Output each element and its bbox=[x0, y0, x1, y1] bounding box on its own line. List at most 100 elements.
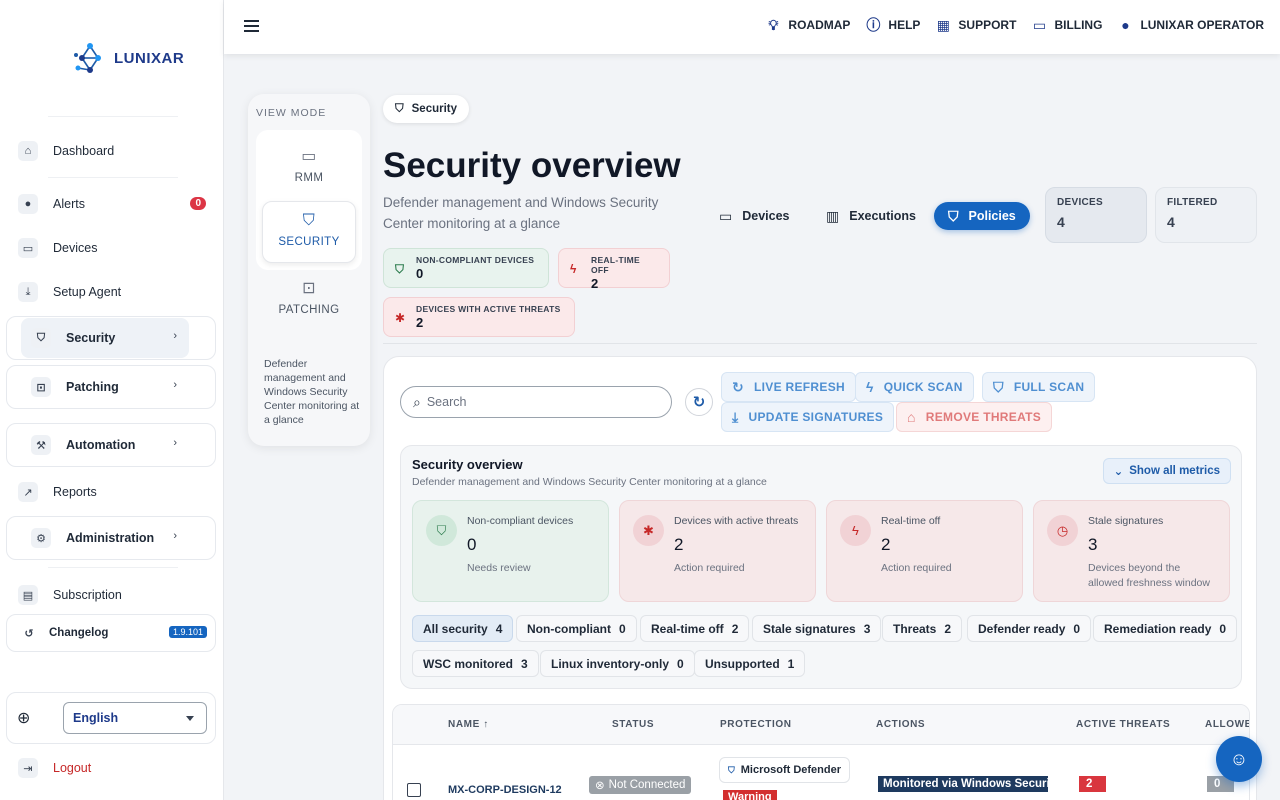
filter-threats[interactable]: Threats 2 bbox=[882, 615, 963, 642]
device-name[interactable]: MX-CORP-DESIGN-12 bbox=[448, 784, 562, 796]
filter-defender-ready[interactable]: Defender ready 0 bbox=[967, 615, 1092, 642]
sidebar-group-patching[interactable]: ⊡ Patching › bbox=[6, 365, 216, 409]
assistant-fab-button[interactable]: ☺ bbox=[1216, 736, 1262, 782]
live-refresh-button[interactable]: ↻ LIVE REFRESH bbox=[721, 372, 856, 402]
show-all-metrics-button[interactable]: ⌄ Show all metrics bbox=[1102, 458, 1231, 484]
remove-threats-button[interactable]: ⌂ REMOVE THREATS bbox=[896, 402, 1053, 432]
credit-card-icon: ▭ bbox=[1032, 16, 1047, 33]
filter-count: 2 bbox=[944, 621, 952, 636]
topbar: 💡︎ ROADMAP ⓘ HELP ▦ SUPPORT ▭ BILLING ● … bbox=[224, 0, 1280, 54]
overview-title: Security overview bbox=[412, 457, 523, 472]
filter-all-security[interactable]: All security 4 bbox=[412, 615, 514, 642]
filter-linux-inventory-only[interactable]: Linux inventory-only 0 bbox=[540, 650, 695, 677]
column-header-name[interactable]: NAME ↑ bbox=[448, 719, 489, 730]
chip-label: DEVICES WITH ACTIVE THREATS bbox=[416, 304, 561, 314]
sidebar-item-dashboard[interactable]: ⌂ Dashboard bbox=[8, 132, 216, 170]
alerts-count-badge: 0 bbox=[190, 197, 206, 210]
bug-icon: ✱ bbox=[633, 515, 664, 546]
metric-card-stale-signatures[interactable]: ◷ Stale signatures 3 Devices beyond the … bbox=[1033, 500, 1230, 602]
chip-non-compliant[interactable]: ⛉ NON-COMPLIANT DEVICES 0 bbox=[383, 248, 549, 288]
filter-non-compliant[interactable]: Non-compliant 0 bbox=[516, 615, 637, 642]
brand-logo[interactable]: LUNIXAR bbox=[70, 38, 184, 78]
chevron-right-icon: › bbox=[173, 379, 177, 391]
sidebar-group-security[interactable]: ⛉ Security › bbox=[6, 316, 216, 360]
chip-value: 2 bbox=[416, 315, 424, 330]
filter-count: 3 bbox=[521, 656, 528, 671]
monitor-icon: ▭ bbox=[18, 238, 38, 258]
globe-icon: ⊕ bbox=[17, 710, 31, 727]
metric-card-non-compliant[interactable]: ⛉ Non-compliant devices 0 Needs review bbox=[412, 500, 609, 602]
help-label: HELP bbox=[888, 18, 921, 32]
filter-label: Remediation ready bbox=[1104, 621, 1212, 636]
breadcrumb[interactable]: ⛉ Security bbox=[383, 95, 470, 123]
column-header-status[interactable]: STATUS bbox=[612, 719, 654, 730]
metric-label: Devices with active threats bbox=[674, 515, 799, 527]
segment-executions[interactable]: ▥ Executions bbox=[812, 202, 930, 230]
sidebar-item-alerts[interactable]: ● Alerts 0 bbox=[8, 185, 216, 223]
filter-remediation-ready[interactable]: Remediation ready 0 bbox=[1093, 615, 1238, 642]
sidebar-item-reports[interactable]: ↗ Reports bbox=[8, 473, 216, 511]
quick-scan-button[interactable]: ϟ QUICK SCAN bbox=[855, 372, 974, 402]
sidebar-item-label: Patching bbox=[66, 380, 119, 394]
sidebar-item-logout[interactable]: ⇥ Logout bbox=[8, 749, 216, 787]
sidebar-group-automation[interactable]: ⚒ Automation › bbox=[6, 423, 216, 467]
filter-unsupported[interactable]: Unsupported 1 bbox=[694, 650, 806, 677]
filter-label: Unsupported bbox=[705, 656, 780, 671]
metric-value: 3 bbox=[1088, 535, 1098, 554]
column-header-allowed[interactable]: ALLOWED bbox=[1205, 719, 1249, 730]
action-label: FULL SCAN bbox=[1013, 380, 1085, 394]
sidebar-item-subscription[interactable]: ▤ Subscription bbox=[8, 576, 216, 614]
chip-value: 2 bbox=[591, 276, 599, 291]
chip-real-time-off[interactable]: ϟ REAL-TIME OFF 2 bbox=[558, 248, 670, 291]
user-menu[interactable]: ● LUNIXAR OPERATOR bbox=[1116, 16, 1264, 34]
filter-wsc-monitored[interactable]: WSC monitored 3 bbox=[412, 650, 539, 677]
support-link[interactable]: ▦ SUPPORT bbox=[934, 16, 1017, 34]
user-label: LUNIXAR OPERATOR bbox=[1140, 18, 1264, 32]
sort-up-icon: ↑ bbox=[483, 719, 489, 730]
sidebar-item-label: Setup Agent bbox=[53, 285, 122, 299]
column-header-actions[interactable]: ACTIONS bbox=[876, 719, 925, 730]
clock-icon: ◷ bbox=[1047, 515, 1078, 546]
filter-stale-signatures[interactable]: Stale signatures 3 bbox=[752, 615, 882, 642]
full-scan-button[interactable]: ⛉ FULL SCAN bbox=[982, 372, 1096, 402]
view-mode-patching[interactable]: ⊡ PATCHING bbox=[262, 278, 356, 340]
filter-label: WSC monitored bbox=[423, 656, 513, 671]
column-header-active-threats[interactable]: ACTIVE THREATS bbox=[1076, 719, 1170, 730]
roadmap-link[interactable]: 💡︎ ROADMAP bbox=[764, 16, 851, 34]
metric-card-real-time-off[interactable]: ϟ Real-time off 2 Action required bbox=[826, 500, 1023, 602]
page-title: Security overview bbox=[383, 146, 681, 185]
language-select[interactable]: English bbox=[63, 702, 207, 734]
monitor-icon: ▭ bbox=[301, 148, 317, 165]
row-checkbox[interactable] bbox=[407, 783, 421, 797]
protection-badge: ⛉ Microsoft Defender bbox=[719, 757, 851, 783]
view-mode-rmm[interactable]: ▭ RMM bbox=[262, 146, 356, 208]
billing-link[interactable]: ▭ BILLING bbox=[1030, 16, 1103, 34]
home-icon: ⌂ bbox=[18, 141, 38, 161]
search-input[interactable]: ⌕ Search bbox=[400, 386, 672, 418]
sidebar-group-administration[interactable]: ⚙ Administration › bbox=[6, 516, 216, 560]
metric-card-active-threats[interactable]: ✱ Devices with active threats 2 Action r… bbox=[619, 500, 816, 602]
sidebar-item-changelog[interactable]: ↺ Changelog 1.9.101 bbox=[6, 614, 216, 652]
sidebar-item-setup-agent[interactable]: ⤓ Setup Agent bbox=[8, 273, 216, 311]
column-header-protection[interactable]: PROTECTION bbox=[720, 719, 792, 730]
search-placeholder: Search bbox=[426, 395, 467, 409]
update-signatures-button[interactable]: ⤓ UPDATE SIGNATURES bbox=[721, 402, 895, 432]
shield-search-icon: ⛉ bbox=[993, 378, 1004, 395]
caret-down-icon bbox=[186, 716, 194, 721]
segment-devices[interactable]: ▭ Devices bbox=[705, 202, 804, 230]
chip-active-threats[interactable]: ✱ DEVICES WITH ACTIVE THREATS 2 bbox=[383, 297, 575, 337]
view-mode-label: RMM bbox=[294, 172, 324, 184]
help-link[interactable]: ⓘ HELP bbox=[864, 16, 920, 34]
filter-real-time-off[interactable]: Real-time off 2 bbox=[640, 615, 750, 642]
segment-policies[interactable]: ⛉ Policies bbox=[934, 202, 1030, 230]
sidebar-item-devices[interactable]: ▭ Devices bbox=[8, 229, 216, 267]
menu-icon[interactable] bbox=[244, 20, 259, 32]
status-label: Not Connected bbox=[608, 779, 686, 791]
view-mode-security[interactable]: ⛉ SECURITY bbox=[262, 201, 356, 263]
metric-label: Stale signatures bbox=[1088, 515, 1164, 527]
sidebar-item-label: Reports bbox=[53, 485, 97, 499]
chevron-right-icon: › bbox=[173, 330, 177, 342]
shield-check-icon: ⛉ bbox=[395, 262, 405, 276]
sidebar-item-label: Changelog bbox=[49, 627, 109, 639]
refresh-button[interactable]: ↻ bbox=[685, 388, 713, 416]
